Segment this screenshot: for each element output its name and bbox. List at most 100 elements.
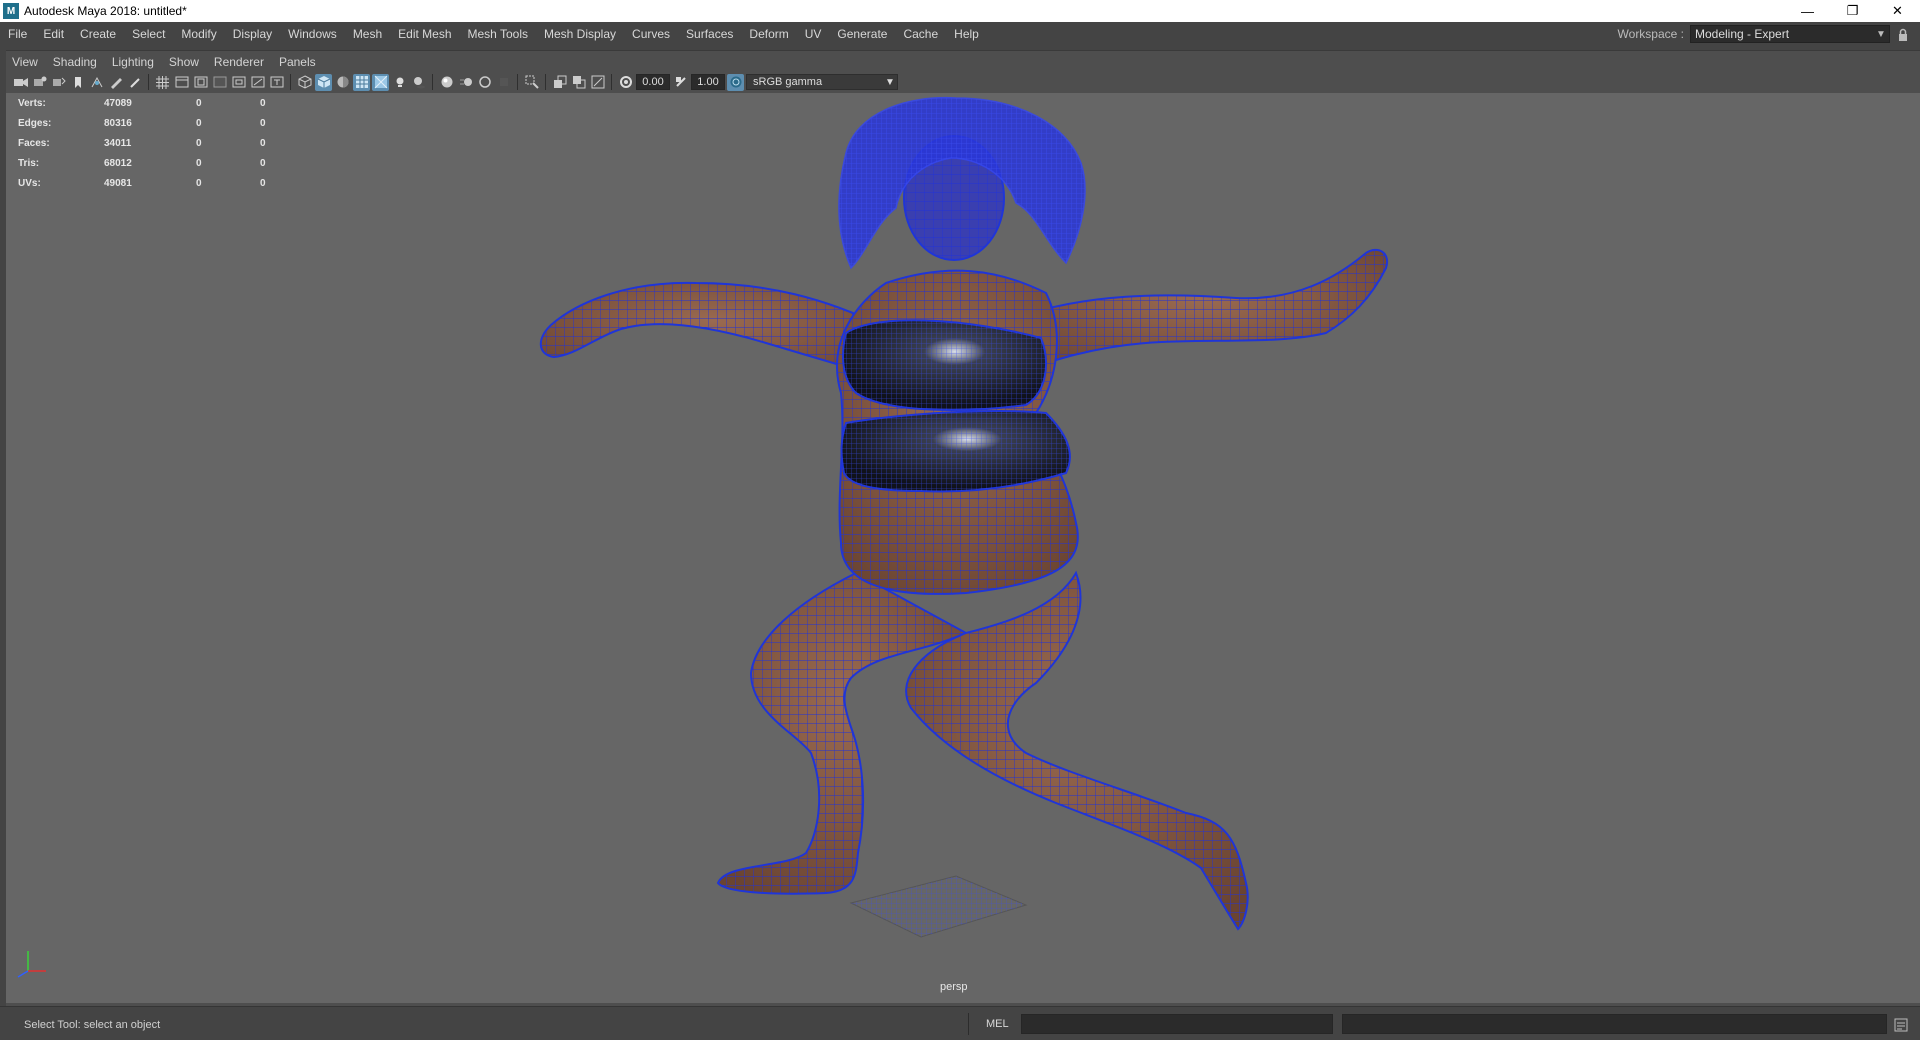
command-line-bar: Select Tool: select an object MEL [0,1006,1920,1040]
exposure-icon[interactable] [617,74,634,91]
workspace-value: Modeling - Expert [1695,27,1790,41]
frame-selected-icon[interactable] [570,74,587,91]
frame-all-icon[interactable] [551,74,568,91]
command-result-field [1342,1014,1887,1034]
menu-mesh[interactable]: Mesh [345,27,390,41]
lock-icon[interactable] [1896,26,1910,42]
title-bar: M Autodesk Maya 2018: untitled* — ❐ ✕ [0,0,1920,22]
left-leg-mesh [716,571,969,895]
safe-title-icon[interactable] [268,74,285,91]
panel-menu-renderer[interactable]: Renderer [208,55,273,69]
image-plane-icon[interactable] [69,74,86,91]
menu-select[interactable]: Select [124,27,173,41]
maya-app-icon[interactable]: M [3,3,19,19]
menu-surfaces[interactable]: Surfaces [678,27,741,41]
panel-menu-panels[interactable]: Panels [273,55,325,69]
view-transform-dropdown[interactable]: sRGB gamma ▼ [746,74,898,90]
left-arm-mesh [539,281,887,380]
divider [968,1013,969,1035]
resolution-gate-icon[interactable] [192,74,209,91]
use-all-lights-icon[interactable] [391,74,408,91]
grid-icon[interactable] [154,74,171,91]
menu-windows[interactable]: Windows [280,27,345,41]
minimize-button[interactable]: — [1785,0,1830,22]
view-axis-icon [17,951,46,978]
chevron-down-icon: ▼ [1876,28,1886,40]
workspace-dropdown[interactable]: Modeling - Expert ▼ [1690,25,1890,43]
menu-mesh-display[interactable]: Mesh Display [536,27,624,41]
gamma-field[interactable]: 1.00 [691,74,725,90]
right-arm-mesh [1015,248,1389,375]
menu-edit-mesh[interactable]: Edit Mesh [390,27,459,41]
menu-curves[interactable]: Curves [624,27,678,41]
ground-grid [849,875,1028,938]
window-controls: — ❐ ✕ [1785,0,1920,22]
toggle-camera-icon[interactable] [589,74,606,91]
menu-uv[interactable]: UV [797,27,830,41]
menu-edit[interactable]: Edit [35,27,72,41]
script-editor-icon[interactable] [1892,1016,1909,1033]
character-mesh[interactable] [6,93,1920,1003]
multisample-aa-icon[interactable] [476,74,493,91]
field-chart-icon[interactable] [230,74,247,91]
select-camera-icon[interactable] [12,74,29,91]
toolbar-divider [290,74,291,90]
window-title: Autodesk Maya 2018: untitled* [24,4,187,18]
command-input[interactable] [1021,1014,1333,1034]
menu-cache[interactable]: Cache [895,27,946,41]
motion-blur-icon[interactable] [457,74,474,91]
toolbar-divider [148,74,149,90]
color-management-icon[interactable] [727,73,744,91]
toolbar-divider [517,74,518,90]
menu-display[interactable]: Display [225,27,280,41]
persp-viewport[interactable]: Verts: 47089 0 0 Edges: 80316 0 0 Faces:… [6,93,1920,1003]
toolbar-divider [545,74,546,90]
exposure-field[interactable]: 0.00 [636,74,670,90]
workspace-label: Workspace : [1617,27,1684,41]
panel-menu-bar: View Shading Lighting Show Renderer Pane… [6,52,325,72]
screen-space-ao-icon[interactable] [438,74,455,91]
grease-pencil-icon[interactable] [107,74,124,91]
right-leg-mesh [905,570,1249,931]
shorts-garment-mesh [840,410,1071,493]
two-d-pan-zoom-icon[interactable] [88,74,105,91]
panel-toolbar: 0.00 1.00 sRGB gamma ▼ [12,72,898,92]
maximize-button[interactable]: ❐ [1830,0,1875,22]
smooth-shade-all-icon[interactable] [315,73,332,91]
depth-of-field-icon[interactable] [495,74,512,91]
panel-menu-view[interactable]: View [6,55,47,69]
menu-mesh-tools[interactable]: Mesh Tools [460,27,536,41]
toolbar-divider [432,74,433,90]
default-material-icon[interactable] [334,74,351,91]
xray-icon[interactable] [372,73,389,91]
shadows-icon[interactable] [410,74,427,91]
menu-create[interactable]: Create [72,27,124,41]
gate-mask-icon[interactable] [211,74,228,91]
workspace-selector: Workspace : Modeling - Expert ▼ [1618,24,1910,44]
top-garment-mesh [842,319,1047,411]
view-transform-value: sRGB gamma [753,76,823,88]
menu-modify[interactable]: Modify [173,27,224,41]
help-line: Select Tool: select an object [24,1019,161,1031]
menu-deform[interactable]: Deform [741,27,796,41]
menu-help[interactable]: Help [946,27,987,41]
wireframe-on-shaded-icon[interactable] [353,73,370,91]
close-button[interactable]: ✕ [1875,0,1920,22]
bookmarks-icon[interactable] [50,74,67,91]
film-gate-icon[interactable] [173,74,190,91]
panel-menu-lighting[interactable]: Lighting [106,55,163,69]
grease-pencil-frame-icon[interactable] [126,74,143,91]
camera-attributes-icon[interactable] [31,74,48,91]
safe-action-icon[interactable] [249,74,266,91]
menu-file[interactable]: File [0,27,35,41]
script-language-toggle[interactable]: MEL [986,1018,1009,1030]
panel-menu-shading[interactable]: Shading [47,55,106,69]
panel-menu-show[interactable]: Show [163,55,208,69]
isolate-select-icon[interactable] [523,74,540,91]
chevron-down-icon: ▼ [885,76,895,88]
wireframe-icon[interactable] [296,74,313,91]
camera-name-label: persp [940,981,968,993]
toolbar-divider [611,74,612,90]
menu-generate[interactable]: Generate [829,27,895,41]
gamma-icon[interactable] [672,74,689,91]
